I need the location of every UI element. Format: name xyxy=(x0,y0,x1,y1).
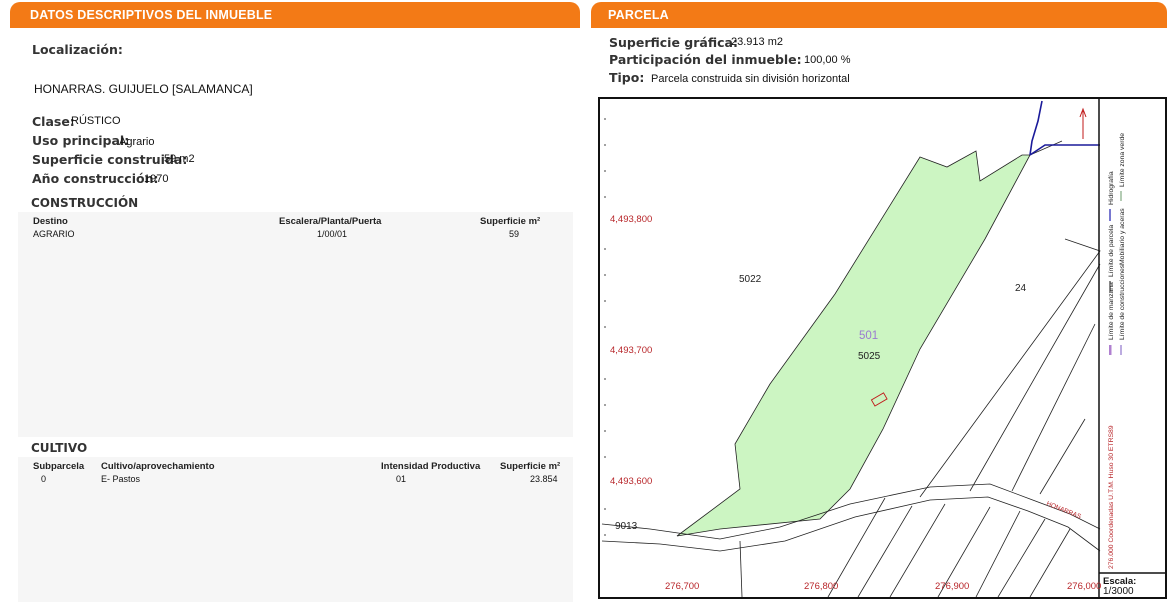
legend-coords: 276.000 Coordenadas U.T.M. Huso 30 ETRS8… xyxy=(1108,425,1115,569)
legend-parcela: Límite de parcela xyxy=(1108,225,1115,277)
legend-mobiliario: Mobiliario y aceras xyxy=(1119,208,1126,265)
parcel-label-5025: 5025 xyxy=(858,351,881,362)
cadastral-map[interactable]: 276.000 Coordenadas U.T.M. Huso 30 ETRS8… xyxy=(598,97,1167,599)
cultivo-cell-subparcela: 0 xyxy=(41,474,47,484)
x-coord-2: 276,800 xyxy=(804,581,838,592)
y-coord-3: 4,493,600 xyxy=(610,476,652,487)
legend-hidrografia: Hidrografía xyxy=(1108,171,1115,205)
construccion-header-superficie: Superficie m² xyxy=(480,216,541,227)
cultivo-header-intensidad: Intensidad Productiva xyxy=(381,461,481,472)
x-coord-4: 276,000 xyxy=(1067,581,1101,592)
construccion-cell-destino: AGRARIO xyxy=(33,229,75,239)
construccion-header-destino: Destino xyxy=(33,216,68,227)
scale-value: 1/3000 xyxy=(1103,586,1134,597)
anio-value: 1970 xyxy=(144,173,169,185)
x-coord-3: 276,900 xyxy=(935,581,969,592)
parcel-label-9013: 9013 xyxy=(615,521,638,532)
map-canvas: 276.000 Coordenadas U.T.M. Huso 30 ETRS8… xyxy=(601,99,1165,597)
y-coord-1: 4,493,800 xyxy=(610,214,652,225)
map-legend: 276.000 Coordenadas U.T.M. Huso 30 ETRS8… xyxy=(1108,133,1126,569)
legend-manzana: Límite de manzana xyxy=(1108,282,1115,340)
cultivo-cell-intensidad: 01 xyxy=(396,474,407,484)
clase-label: Clase: xyxy=(32,114,75,129)
parcel-label-24: 24 xyxy=(1015,283,1027,294)
construccion-title: CONSTRUCCIÓN xyxy=(31,196,139,210)
clase-value: RÚSTICO xyxy=(71,115,121,127)
superficie-construida-value: 59 m2 xyxy=(164,153,195,165)
cultivo-header-superficie: Superficie m² xyxy=(500,461,561,472)
cultivo-title: CULTIVO xyxy=(31,441,88,455)
cultivo-cell-cultivo: E- Pastos xyxy=(101,474,141,484)
uso-value: Agrario xyxy=(119,136,155,148)
road-honarras xyxy=(601,483,1101,552)
hydrography xyxy=(1029,100,1100,156)
parcela-panel-title: PARCELA xyxy=(591,2,1167,28)
tipo-label: Tipo: xyxy=(609,70,645,85)
construccion-header-escalera: Escalera/Planta/Puerta xyxy=(279,216,382,227)
y-coord-2: 4,493,700 xyxy=(610,345,652,356)
participacion-label: Participación del inmueble: xyxy=(609,52,802,67)
cultivo-cell-superficie: 23.854 xyxy=(530,474,558,484)
road-label: HONARRAS xyxy=(1045,500,1082,521)
inmueble-panel-title: DATOS DESCRIPTIVOS DEL INMUEBLE xyxy=(10,2,580,28)
uso-label: Uso principal: xyxy=(32,133,130,148)
anio-label: Año construcción: xyxy=(32,171,159,186)
legend-construcciones: Límite de construcciones xyxy=(1119,264,1126,340)
construccion-cell-superficie: 59 xyxy=(509,229,520,239)
participacion-value: 100,00 % xyxy=(804,54,851,66)
left-ticks xyxy=(604,118,606,536)
parcel-label-5022: 5022 xyxy=(739,274,762,285)
parcel-label-501: 501 xyxy=(859,330,878,342)
address-value: HONARRAS. GUIJUELO [SALAMANCA] xyxy=(34,82,253,96)
localizacion-label: Localización: xyxy=(32,42,123,57)
tipo-value: Parcela construida sin división horizont… xyxy=(651,73,850,85)
cultivo-header-cultivo: Cultivo/aprovechamiento xyxy=(101,461,215,472)
scale-box: Escala: 1/3000 xyxy=(1100,574,1167,599)
construccion-cell-escalera: 1/00/01 xyxy=(317,229,348,239)
superficie-grafica-label: Superficie gráfica: xyxy=(609,35,738,50)
construccion-table xyxy=(18,212,573,437)
legend-zona-verde: Límite zona verde xyxy=(1119,133,1126,187)
superficie-grafica-value: 23.913 m2 xyxy=(731,36,783,48)
cultivo-header-subparcela: Subparcela xyxy=(33,461,85,472)
x-coord-1: 276,700 xyxy=(665,581,699,592)
